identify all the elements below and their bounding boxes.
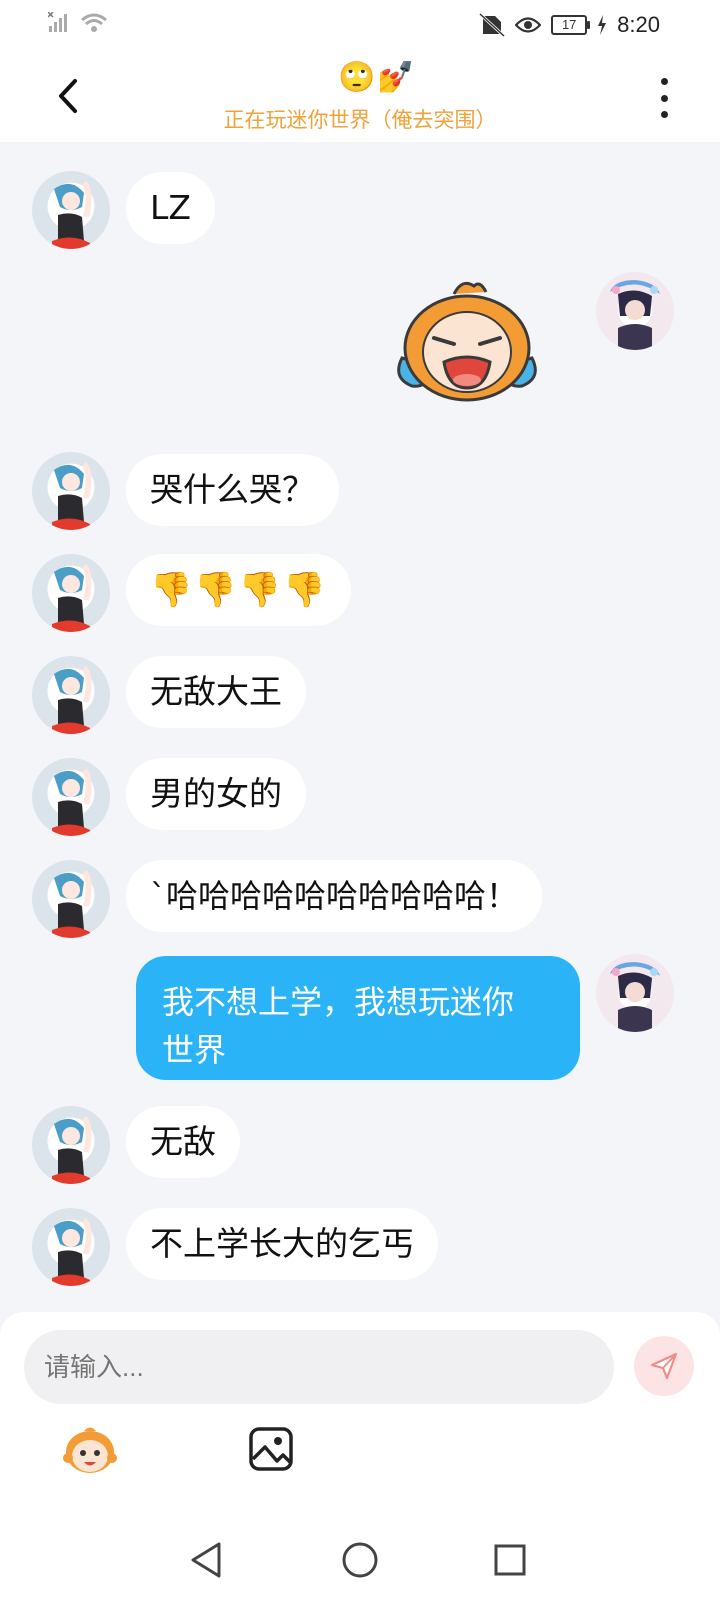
girl-avatar-image <box>52 1115 92 1184</box>
message-row: 我不想上学，我想玩迷你 世界 <box>0 948 720 1084</box>
message-bubble-incoming[interactable]: 👎👎👎👎 <box>126 554 352 626</box>
message-row: 哭什么哭？ <box>0 440 720 540</box>
avatar[interactable] <box>32 554 110 632</box>
girl-avatar-image <box>52 1217 92 1286</box>
message-line: 世界 <box>162 1031 227 1069</box>
message-bubble-incoming[interactable]: 无敌大王 <box>126 656 306 728</box>
nav-recent-icon <box>494 1544 526 1576</box>
message-bubble-incoming[interactable]: `哈哈哈哈哈哈哈哈哈哈！ <box>126 860 543 932</box>
message-input[interactable] <box>24 1330 614 1404</box>
send-icon <box>650 1352 678 1380</box>
girl-avatar-image <box>52 869 92 938</box>
sticker-button[interactable] <box>62 1422 118 1478</box>
avatar[interactable] <box>32 171 110 249</box>
nav-home-icon <box>342 1542 378 1578</box>
girl-avatar-image <box>52 665 92 734</box>
clock: 8:20 <box>617 12 660 37</box>
message-bubble-incoming[interactable]: 男的女的 <box>126 758 306 830</box>
message-row: 无敌大王 <box>0 644 720 744</box>
message-row <box>0 264 720 432</box>
avatar-self[interactable] <box>596 272 674 350</box>
avatar-self[interactable] <box>596 954 674 1032</box>
girl-avatar-image <box>52 563 92 632</box>
status-right: 17 8:20 <box>479 12 660 38</box>
message-line: 我不想上学，我想玩迷你 <box>162 983 515 1021</box>
nav-home-button[interactable] <box>338 1538 382 1582</box>
eye-icon <box>515 17 542 33</box>
emoji-mascot-icon <box>63 1427 117 1473</box>
boy-avatar-image <box>610 280 660 350</box>
girl-avatar-image <box>52 180 92 249</box>
message-row: 不上学长大的乞丐 <box>0 1198 720 1308</box>
more-dot <box>660 94 668 102</box>
image-icon <box>249 1427 293 1471</box>
status-left <box>48 12 108 34</box>
message-row: 男的女的 <box>0 746 720 846</box>
chat-header: 🙄💅 正在玩迷你世界（俺去突围） <box>0 50 720 142</box>
nav-back-icon <box>191 1542 221 1578</box>
message-bubble-incoming[interactable]: 无敌 <box>126 1106 240 1178</box>
girl-avatar-image <box>52 461 92 530</box>
avatar[interactable] <box>32 452 110 530</box>
message-bubble-incoming[interactable]: 不上学长大的乞丐 <box>126 1208 438 1280</box>
system-nav-bar <box>0 1520 720 1600</box>
charging-icon <box>598 15 607 35</box>
battery-indicator: 17 <box>551 15 591 35</box>
boy-avatar-image <box>610 962 660 1032</box>
more-dot <box>660 111 668 118</box>
message-list[interactable]: LZ 哭什么哭？ 👎👎👎👎 无敌大王 男的女的 `哈哈哈哈哈哈哈哈哈哈！ 我不想… <box>0 142 720 1310</box>
more-options-button[interactable] <box>652 78 676 118</box>
message-bubble-outgoing[interactable]: 我不想上学，我想玩迷你 世界 <box>136 956 580 1080</box>
signal-icon <box>48 12 67 32</box>
message-bubble-incoming[interactable]: 哭什么哭？ <box>126 454 339 526</box>
avatar[interactable] <box>32 860 110 938</box>
avatar[interactable] <box>32 1208 110 1286</box>
message-row: LZ <box>0 142 720 252</box>
send-button[interactable] <box>634 1336 694 1396</box>
contact-name-emoji: 🙄💅 <box>338 60 417 95</box>
avatar[interactable] <box>32 1106 110 1184</box>
crying-mascot-sticker <box>397 281 537 402</box>
message-row: `哈哈哈哈哈哈哈哈哈哈！ <box>0 848 720 948</box>
no-sim-icon <box>479 13 506 37</box>
image-button[interactable] <box>247 1425 295 1473</box>
nav-recent-button[interactable] <box>488 1538 532 1582</box>
wifi-icon <box>81 13 107 32</box>
more-vertical-icon <box>660 78 668 85</box>
avatar[interactable] <box>32 656 110 734</box>
nav-back-button[interactable] <box>184 1538 228 1582</box>
message-bubble-incoming[interactable]: LZ <box>126 172 215 244</box>
girl-avatar-image <box>52 767 92 836</box>
message-row: 无敌 <box>0 1096 720 1196</box>
contact-status: 正在玩迷你世界（俺去突围） <box>223 108 497 132</box>
avatar[interactable] <box>32 758 110 836</box>
sticker-message[interactable] <box>382 278 552 408</box>
status-bar: 17 8:20 <box>0 0 720 50</box>
message-row: 👎👎👎👎 <box>0 542 720 642</box>
